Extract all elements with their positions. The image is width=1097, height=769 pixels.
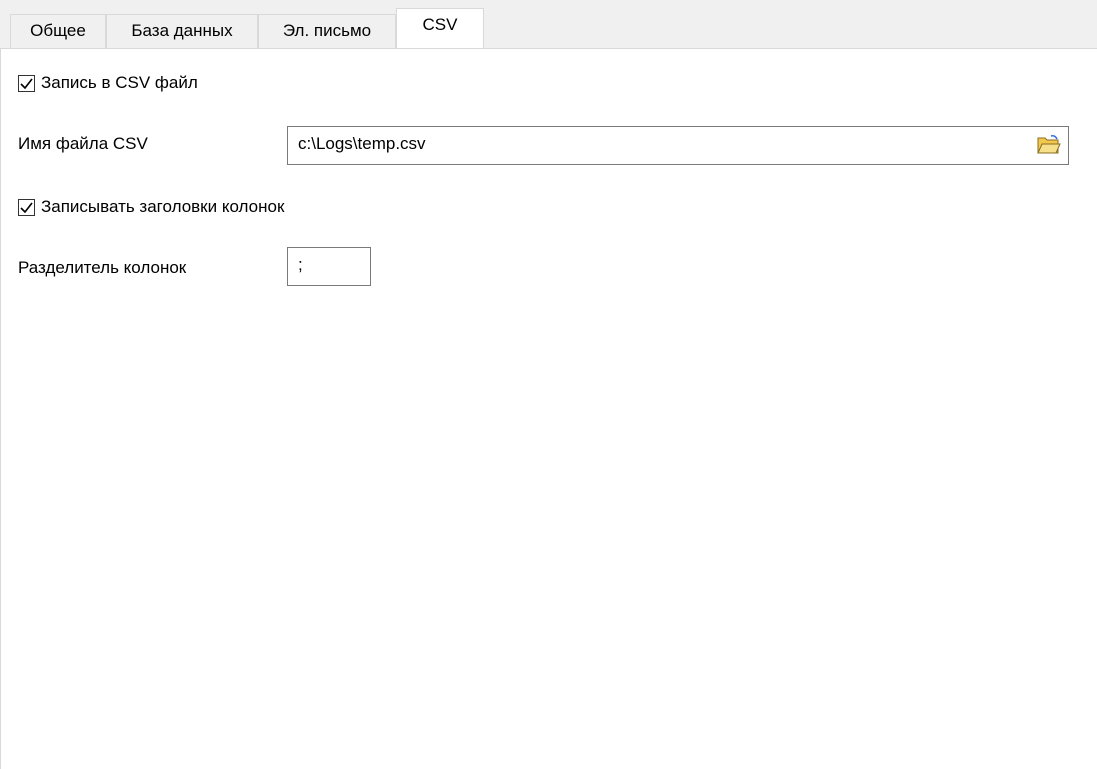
write-headers-label: Записывать заголовки колонок	[41, 197, 285, 216]
browse-button[interactable]	[1036, 132, 1062, 158]
tab-label: CSV	[422, 15, 458, 34]
tab-label: Общее	[30, 21, 86, 40]
write-csv-checkbox[interactable]	[18, 74, 35, 92]
write-headers-checkbox[interactable]	[18, 198, 35, 216]
separator-value: ;	[298, 255, 303, 274]
write-csv-label: Запись в CSV файл	[41, 73, 198, 92]
tab-database[interactable]: База данных	[106, 14, 258, 48]
separator-label: Разделитель колонок	[18, 258, 187, 277]
tab-email[interactable]: Эл. письмо	[258, 14, 396, 48]
filename-value: c:\Logs\temp.csv	[298, 134, 426, 153]
checkmark-icon	[20, 78, 33, 89]
separator-field[interactable]: ;	[287, 247, 371, 286]
write-headers-checkbox-row[interactable]: Записывать заголовки колонок	[18, 197, 284, 217]
tab-label: База данных	[131, 21, 233, 40]
tab-general[interactable]: Общее	[10, 14, 106, 48]
tab-csv[interactable]: CSV	[396, 8, 484, 50]
tab-label: Эл. письмо	[282, 21, 372, 40]
checkmark-icon	[20, 202, 33, 213]
folder-open-icon	[1037, 135, 1061, 154]
csv-settings-panel: Запись в CSV файл Имя файла CSV c:\Logs\…	[0, 49, 1097, 769]
write-csv-checkbox-row[interactable]: Запись в CSV файл	[18, 73, 198, 93]
filename-field[interactable]: c:\Logs\temp.csv	[287, 126, 1069, 165]
filename-label: Имя файла CSV	[18, 134, 148, 153]
tab-bar: Общее База данных Эл. письмо CSV	[0, 0, 1097, 50]
